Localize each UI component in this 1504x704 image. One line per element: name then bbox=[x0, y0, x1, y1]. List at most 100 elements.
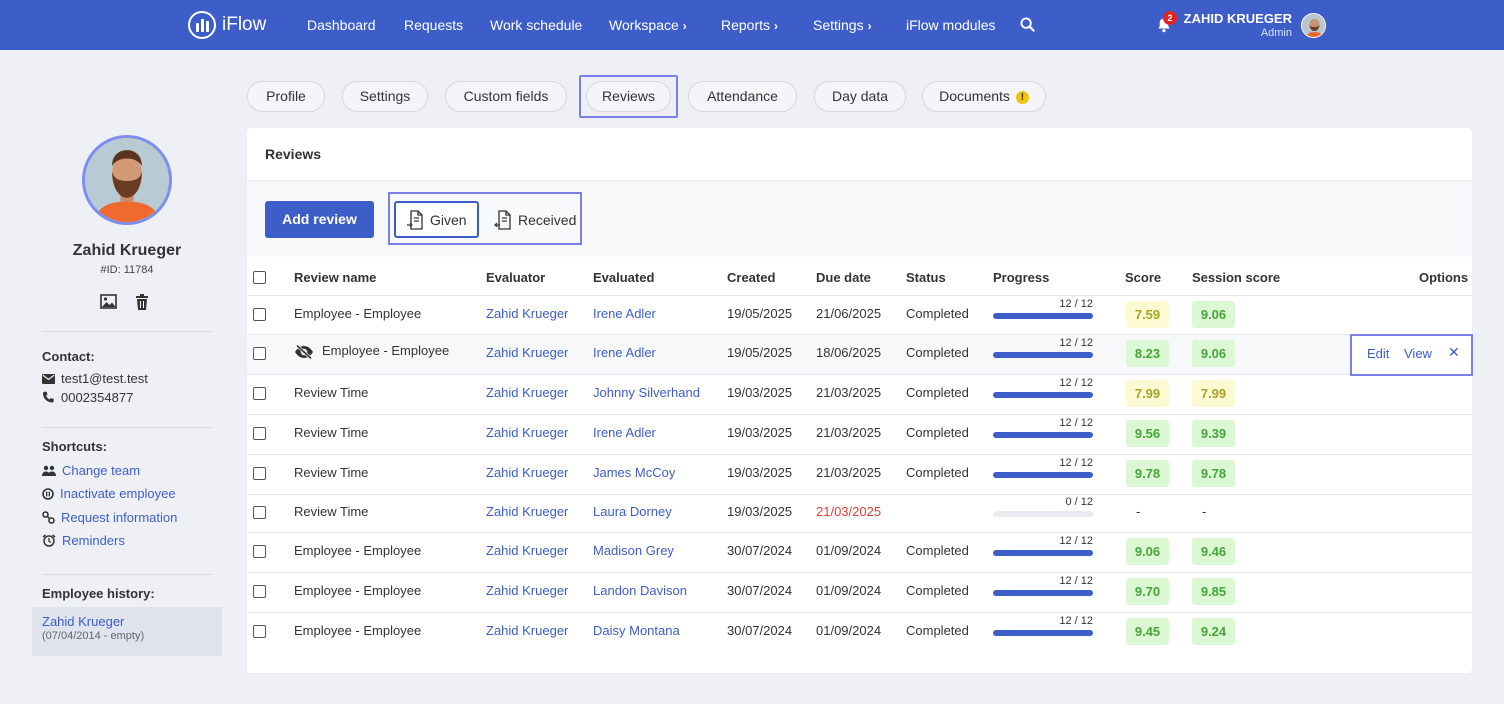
select-all-checkbox[interactable] bbox=[253, 271, 266, 284]
progress-fill bbox=[993, 392, 1093, 398]
row-checkbox[interactable] bbox=[253, 307, 266, 321]
review-name[interactable]: Review Time bbox=[294, 504, 368, 519]
review-name[interactable]: Review Time bbox=[294, 465, 368, 480]
app-logo[interactable]: iFlow bbox=[188, 11, 266, 39]
row-checkbox[interactable] bbox=[253, 506, 266, 519]
evaluator-link[interactable]: Zahid Krueger bbox=[486, 425, 568, 440]
review-name[interactable]: Employee - Employee bbox=[294, 623, 421, 638]
tab-settings[interactable]: Settings bbox=[342, 81, 428, 112]
evaluator-link[interactable]: Zahid Krueger bbox=[486, 543, 568, 558]
evaluator-link[interactable]: Zahid Krueger bbox=[486, 306, 568, 321]
nav-item-label: Dashboard bbox=[307, 17, 376, 33]
tab-label: Settings bbox=[359, 88, 411, 104]
search-icon[interactable] bbox=[1020, 17, 1035, 32]
evaluator-link[interactable]: Zahid Krueger bbox=[486, 504, 568, 519]
row-checkbox[interactable] bbox=[253, 625, 266, 638]
shortcut-label: Request information bbox=[61, 510, 178, 525]
trash-icon[interactable] bbox=[135, 294, 149, 310]
evaluated-link[interactable]: James McCoy bbox=[593, 465, 675, 480]
col-due-date[interactable]: Due date bbox=[816, 270, 871, 285]
col-progress[interactable]: Progress bbox=[993, 270, 1049, 285]
review-name[interactable]: Employee - Employee bbox=[294, 583, 421, 598]
tab-day-data[interactable]: Day data bbox=[814, 81, 906, 112]
created-date: 19/03/2025 bbox=[727, 385, 793, 400]
tab-attendance[interactable]: Attendance bbox=[688, 81, 797, 112]
review-name-text: Employee - Employee bbox=[322, 343, 450, 358]
col-created[interactable]: Created bbox=[727, 270, 775, 285]
review-name[interactable]: Employee - Employee bbox=[294, 343, 450, 360]
due-date: 01/09/2024 bbox=[816, 583, 882, 598]
nav-item-iflow-modules[interactable]: iFlow modules bbox=[906, 0, 995, 50]
tab-documents[interactable]: Documents! bbox=[922, 81, 1046, 112]
user-name[interactable]: ZAHID KRUEGER bbox=[1184, 11, 1292, 26]
session-score-badge: 9.78 bbox=[1192, 460, 1235, 487]
tab-profile[interactable]: Profile bbox=[247, 81, 325, 112]
evaluator-link[interactable]: Zahid Krueger bbox=[486, 583, 568, 598]
user-avatar[interactable] bbox=[1301, 13, 1326, 38]
row-checkbox[interactable] bbox=[253, 585, 266, 598]
received-toggle[interactable]: Received bbox=[484, 201, 578, 238]
nav-item-dashboard[interactable]: Dashboard bbox=[307, 0, 376, 50]
add-review-button[interactable]: Add review bbox=[265, 201, 374, 238]
evaluated-link[interactable]: Landon Davison bbox=[593, 583, 687, 598]
review-name[interactable]: Review Time bbox=[294, 385, 368, 400]
score-badge: 8.23 bbox=[1126, 340, 1169, 367]
due-date: 18/06/2025 bbox=[816, 345, 882, 360]
shortcut-inactivate-employee[interactable]: Inactivate employee bbox=[42, 486, 176, 501]
chevron-right-icon: › bbox=[682, 19, 687, 33]
col-score[interactable]: Score bbox=[1125, 270, 1161, 285]
evaluated-link[interactable]: Irene Adler bbox=[593, 425, 656, 440]
col-evaluated[interactable]: Evaluated bbox=[593, 270, 654, 285]
delete-icon[interactable]: ✕ bbox=[1448, 344, 1460, 361]
col-session-score[interactable]: Session score bbox=[1192, 270, 1280, 285]
eye-slash-icon bbox=[295, 343, 313, 360]
users-icon bbox=[42, 465, 56, 476]
shortcut-change-team[interactable]: Change team bbox=[42, 463, 140, 478]
shortcut-reminders[interactable]: Reminders bbox=[42, 533, 125, 548]
nav-item-settings[interactable]: Settings › bbox=[813, 0, 872, 50]
row-checkbox[interactable] bbox=[253, 387, 266, 400]
col-review-name[interactable]: Review name bbox=[294, 270, 376, 285]
due-date: 21/03/2025 bbox=[816, 465, 882, 480]
evaluated-link[interactable]: Johnny Silverhand bbox=[593, 385, 700, 400]
row-checkbox[interactable] bbox=[253, 427, 266, 440]
nav-item-reports[interactable]: Reports › bbox=[721, 0, 778, 50]
history-name: Zahid Krueger bbox=[42, 614, 125, 629]
evaluator-link[interactable]: Zahid Krueger bbox=[486, 385, 568, 400]
review-name[interactable]: Review Time bbox=[294, 425, 368, 440]
nav-item-requests[interactable]: Requests bbox=[404, 0, 463, 50]
evaluated-link[interactable]: Daisy Montana bbox=[593, 623, 680, 638]
due-date: 01/09/2024 bbox=[816, 623, 882, 638]
history-entry[interactable]: Zahid Krueger (07/04/2014 - empty) bbox=[32, 607, 222, 656]
due-date: 01/09/2024 bbox=[816, 543, 882, 558]
row-checkbox[interactable] bbox=[253, 347, 266, 360]
row-checkbox[interactable] bbox=[253, 467, 266, 480]
row-checkbox[interactable] bbox=[253, 545, 266, 558]
evaluated-link[interactable]: Laura Dorney bbox=[593, 504, 672, 519]
col-status[interactable]: Status bbox=[906, 270, 946, 285]
app-name: iFlow bbox=[222, 14, 267, 35]
review-name[interactable]: Employee - Employee bbox=[294, 543, 421, 558]
progress-bar bbox=[993, 550, 1093, 556]
edit-link[interactable]: Edit bbox=[1367, 346, 1389, 361]
image-icon[interactable] bbox=[100, 294, 117, 309]
view-link[interactable]: View bbox=[1404, 346, 1432, 361]
status-text: Completed bbox=[906, 305, 969, 321]
given-toggle[interactable]: Given bbox=[394, 201, 479, 238]
tab-label: Profile bbox=[266, 88, 306, 104]
shortcut-request-information[interactable]: Request information bbox=[42, 510, 177, 525]
col-evaluator[interactable]: Evaluator bbox=[486, 270, 545, 285]
evaluated-link[interactable]: Madison Grey bbox=[593, 543, 674, 558]
link-icon bbox=[42, 511, 55, 524]
progress-text: 12 / 12 bbox=[1059, 417, 1093, 429]
review-name[interactable]: Employee - Employee bbox=[294, 306, 421, 321]
tab-custom-fields[interactable]: Custom fields bbox=[445, 81, 567, 112]
evaluator-link[interactable]: Zahid Krueger bbox=[486, 465, 568, 480]
evaluator-link[interactable]: Zahid Krueger bbox=[486, 623, 568, 638]
evaluated-link[interactable]: Irene Adler bbox=[593, 306, 656, 321]
nav-item-work-schedule[interactable]: Work schedule bbox=[490, 0, 582, 50]
employee-history-title: Employee history: bbox=[42, 586, 155, 601]
nav-item-workspace[interactable]: Workspace › bbox=[609, 0, 687, 50]
evaluator-link[interactable]: Zahid Krueger bbox=[486, 345, 568, 360]
evaluated-link[interactable]: Irene Adler bbox=[593, 345, 656, 360]
